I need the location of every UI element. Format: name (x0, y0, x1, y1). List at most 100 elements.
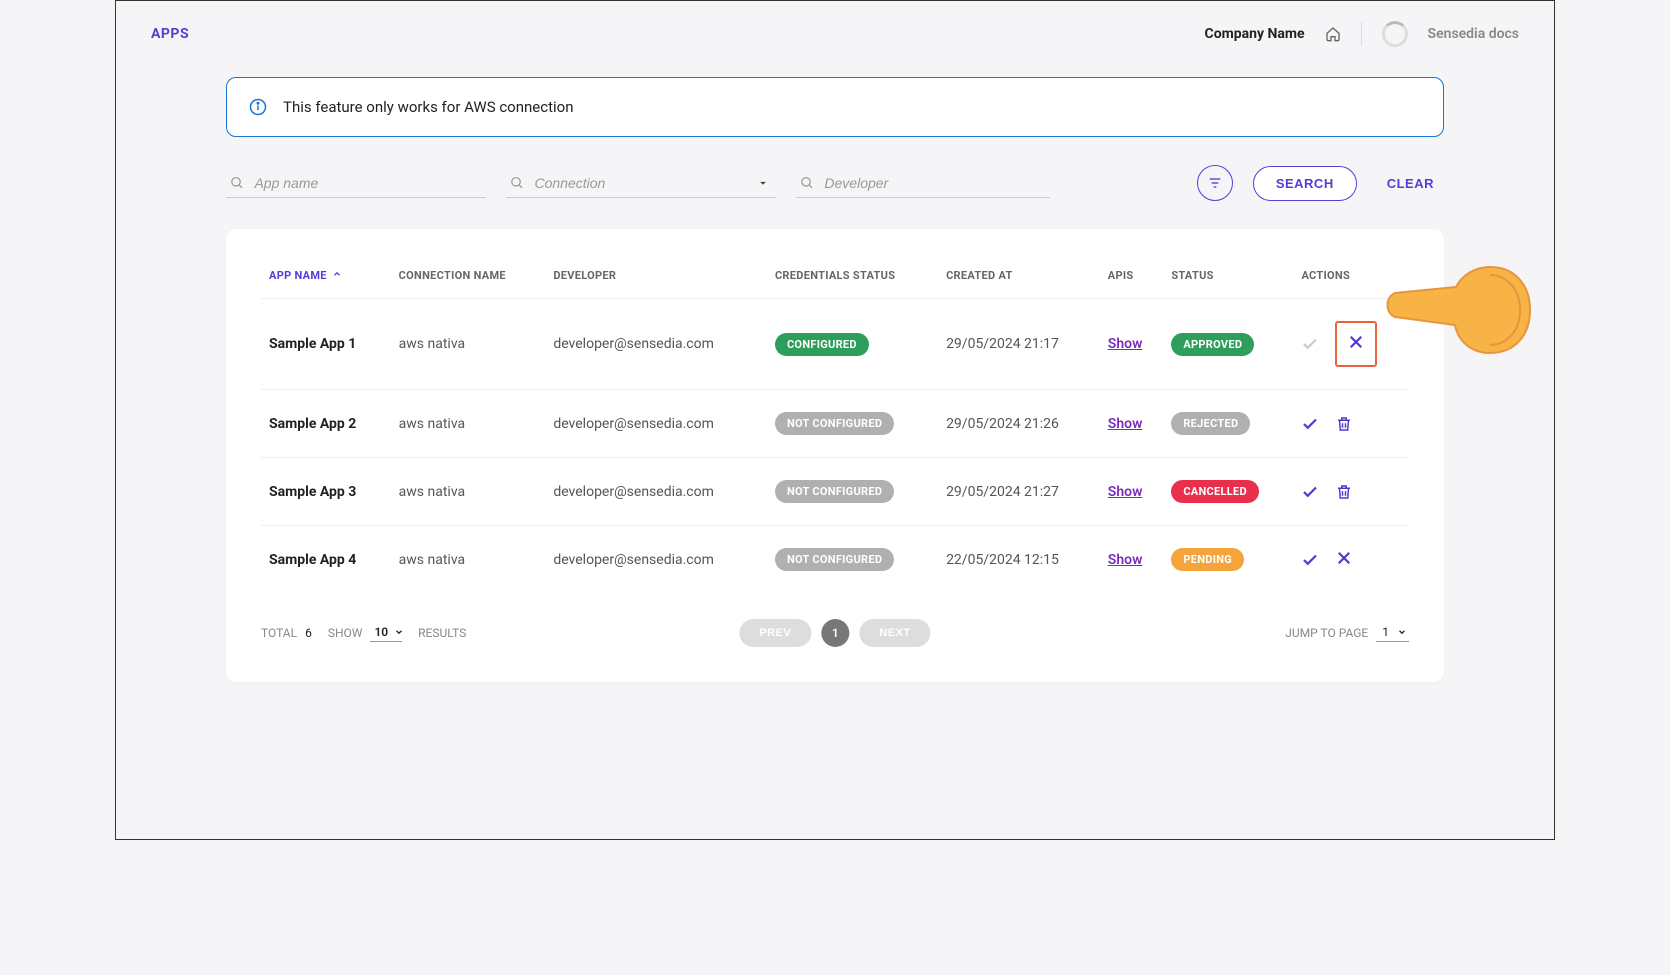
col-actions: ACTIONS (1293, 259, 1409, 299)
cell-app-name: Sample App 1 (261, 299, 391, 390)
credentials-badge: NOT CONFIGURED (775, 548, 894, 571)
cell-developer: developer@sensedia.com (545, 299, 767, 390)
cell-status: REJECTED (1163, 390, 1293, 458)
developer-field[interactable] (796, 169, 1050, 198)
cell-status: APPROVED (1163, 299, 1293, 390)
info-icon (249, 98, 267, 116)
docs-link[interactable]: Sensedia docs (1428, 26, 1519, 42)
cell-credentials: CONFIGURED (767, 299, 938, 390)
show-label: SHOW (328, 626, 363, 640)
total-label: TOTAL (261, 626, 297, 640)
total-count: 6 (305, 626, 312, 640)
cell-credentials: NOT CONFIGURED (767, 526, 938, 594)
approve-icon[interactable] (1301, 483, 1319, 501)
col-status[interactable]: STATUS (1163, 259, 1293, 299)
show-apis-link[interactable]: Show (1108, 484, 1143, 500)
cell-apis: Show (1100, 458, 1164, 526)
app-name-input[interactable] (254, 175, 482, 191)
search-icon (230, 175, 244, 191)
jump-label: JUMP TO PAGE (1285, 626, 1368, 640)
cell-created: 29/05/2024 21:26 (938, 390, 1100, 458)
cell-actions (1293, 390, 1409, 458)
company-name: Company Name (1205, 26, 1305, 42)
approve-icon[interactable] (1301, 335, 1319, 353)
app-name-field[interactable] (226, 169, 486, 198)
jump-select[interactable]: 1 (1376, 623, 1409, 642)
cell-connection: aws nativa (391, 299, 546, 390)
col-connection-name[interactable]: CONNECTION NAME (391, 259, 546, 299)
home-icon[interactable] (1325, 26, 1341, 42)
cell-created: 22/05/2024 12:15 (938, 526, 1100, 594)
table-row: Sample App 4 aws nativa developer@sensed… (261, 526, 1409, 594)
next-button[interactable]: NEXT (859, 619, 930, 647)
status-badge: REJECTED (1171, 412, 1250, 435)
filter-icon (1207, 175, 1223, 191)
table-row: Sample App 2 aws nativa developer@sensed… (261, 390, 1409, 458)
sort-asc-icon (332, 269, 342, 279)
page-current[interactable]: 1 (821, 619, 849, 647)
cell-credentials: NOT CONFIGURED (767, 458, 938, 526)
search-icon (800, 175, 814, 191)
status-badge: APPROVED (1171, 333, 1254, 356)
connection-field[interactable] (506, 169, 776, 198)
cell-apis: Show (1100, 390, 1164, 458)
table-row: Sample App 3 aws nativa developer@sensed… (261, 458, 1409, 526)
show-apis-link[interactable]: Show (1108, 552, 1143, 568)
delete-icon[interactable] (1335, 415, 1353, 433)
col-app-name-label: APP NAME (269, 269, 327, 282)
alert-text: This feature only works for AWS connecti… (283, 98, 574, 116)
cell-apis: Show (1100, 299, 1164, 390)
status-badge: PENDING (1171, 548, 1244, 571)
reject-icon[interactable] (1347, 333, 1365, 351)
table-row: Sample App 1 aws nativa developer@sensed… (261, 299, 1409, 390)
cell-connection: aws nativa (391, 390, 546, 458)
delete-icon[interactable] (1335, 483, 1353, 501)
divider (1361, 22, 1362, 46)
chevron-down-icon[interactable] (756, 176, 770, 190)
results-label: RESULTS (418, 626, 466, 640)
cell-status: CANCELLED (1163, 458, 1293, 526)
reject-icon[interactable] (1335, 549, 1353, 567)
credentials-badge: NOT CONFIGURED (775, 412, 894, 435)
chevron-down-icon (394, 627, 404, 637)
col-created-at[interactable]: CREATED AT (938, 259, 1100, 299)
col-developer[interactable]: DEVELOPER (545, 259, 767, 299)
credentials-badge: CONFIGURED (775, 333, 869, 356)
cell-actions (1293, 299, 1409, 390)
approve-icon[interactable] (1301, 551, 1319, 569)
show-value: 10 (374, 625, 388, 639)
status-badge: CANCELLED (1171, 480, 1259, 503)
show-apis-link[interactable]: Show (1108, 336, 1143, 352)
jump-value: 1 (1382, 625, 1389, 639)
cell-developer: developer@sensedia.com (545, 526, 767, 594)
col-apis[interactable]: APIS (1100, 259, 1164, 299)
cell-actions (1293, 526, 1409, 594)
cell-apis: Show (1100, 526, 1164, 594)
cell-connection: aws nativa (391, 526, 546, 594)
cell-status: PENDING (1163, 526, 1293, 594)
chevron-down-icon (1397, 627, 1407, 637)
cell-created: 29/05/2024 21:17 (938, 299, 1100, 390)
cell-developer: developer@sensedia.com (545, 458, 767, 526)
info-alert: This feature only works for AWS connecti… (226, 77, 1444, 137)
apps-title: APPS (151, 26, 189, 42)
developer-input[interactable] (824, 175, 1046, 191)
cell-app-name: Sample App 4 (261, 526, 391, 594)
cell-app-name: Sample App 2 (261, 390, 391, 458)
cell-app-name: Sample App 3 (261, 458, 391, 526)
clear-button[interactable]: CLEAR (1377, 176, 1444, 191)
col-app-name[interactable]: APP NAME (261, 259, 391, 299)
search-button[interactable]: SEARCH (1253, 166, 1357, 201)
show-select[interactable]: 10 (370, 623, 402, 642)
cell-connection: aws nativa (391, 458, 546, 526)
col-credentials-status[interactable]: CREDENTIALS STATUS (767, 259, 938, 299)
cell-actions (1293, 458, 1409, 526)
filter-button[interactable] (1197, 165, 1233, 201)
approve-icon[interactable] (1301, 415, 1319, 433)
show-apis-link[interactable]: Show (1108, 416, 1143, 432)
cell-credentials: NOT CONFIGURED (767, 390, 938, 458)
connection-input[interactable] (535, 175, 773, 191)
cell-developer: developer@sensedia.com (545, 390, 767, 458)
prev-button[interactable]: PREV (739, 619, 811, 647)
cell-created: 29/05/2024 21:27 (938, 458, 1100, 526)
